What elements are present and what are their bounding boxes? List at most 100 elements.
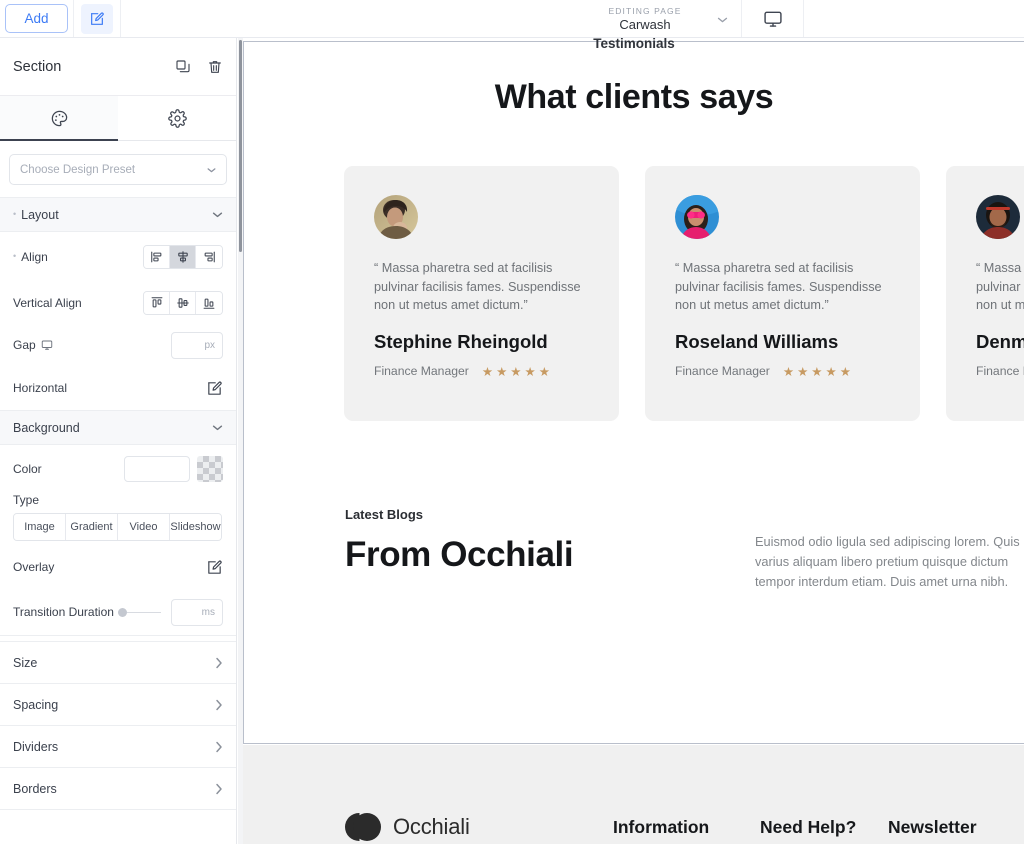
testimonial-card[interactable]: “ Massa pharetra sed at facilisis pulvin… xyxy=(344,166,619,421)
tab-design[interactable] xyxy=(0,96,118,141)
accordion-size-label: Size xyxy=(13,655,38,670)
accordion-spacing-label: Spacing xyxy=(13,697,59,712)
occhiali-logo-icon xyxy=(345,813,381,841)
design-preset-wrap: Choose Design Preset xyxy=(0,141,236,197)
footer-column-information: Information About Us Contact Us xyxy=(613,817,709,844)
testimonial-name: Stephine Rheingold xyxy=(374,330,548,352)
pencil-square-icon[interactable] xyxy=(206,380,223,397)
valign-top-icon[interactable] xyxy=(144,292,170,314)
bg-type-video[interactable]: Video xyxy=(118,514,170,540)
site-footer: Occhiali 400 Broad St, Seattle, WA, 9810… xyxy=(243,745,1024,844)
newsletter-title: Newsletter xyxy=(888,817,977,837)
panel-tabs xyxy=(0,96,236,141)
align-row: • Align xyxy=(0,232,236,282)
selected-section-testimonials[interactable]: Testimonials What clients says “ Massa p… xyxy=(243,38,1024,744)
footer-column-title: Information xyxy=(613,817,710,837)
transition-duration-input[interactable]: ms xyxy=(171,598,223,626)
editing-page-name: Carwash xyxy=(619,16,671,32)
gap-label: Gap xyxy=(13,338,36,352)
chevron-down-icon xyxy=(717,16,728,23)
accordion-borders[interactable]: Borders xyxy=(0,767,236,809)
accordion-size[interactable]: Size xyxy=(0,641,236,683)
bg-color-input[interactable] xyxy=(124,456,190,482)
align-right-icon[interactable] xyxy=(196,246,222,268)
testimonials-eyebrow: Testimonials xyxy=(593,38,675,51)
valign-middle-icon[interactable] xyxy=(170,292,196,314)
accordion-dividers[interactable]: Dividers xyxy=(0,725,236,767)
star-icon: ★ xyxy=(782,364,796,379)
slider-track[interactable] xyxy=(126,611,161,613)
bg-color-label: Color xyxy=(13,462,42,476)
footer-column-newsletter: Newsletter Email * xyxy=(888,817,977,844)
tab-settings[interactable] xyxy=(118,96,236,140)
gap-input[interactable]: px xyxy=(171,331,223,359)
trash-icon[interactable] xyxy=(207,59,223,75)
star-icon: ★ xyxy=(825,364,838,379)
testimonial-card-list: “ Massa pharetra sed at facilisis pulvin… xyxy=(344,166,1024,421)
avatar xyxy=(675,195,719,239)
section-background-header[interactable]: Background xyxy=(0,410,236,445)
section-settings-panel: Section Choose Design Preset • Layout • … xyxy=(0,38,237,844)
align-label-wrap: • Align xyxy=(13,250,143,264)
device-preview-button[interactable] xyxy=(742,0,804,37)
design-preset-select[interactable]: Choose Design Preset xyxy=(9,154,227,185)
avatar xyxy=(976,195,1020,239)
align-center-icon[interactable] xyxy=(170,246,196,268)
panel-scrollbar-thumb[interactable] xyxy=(239,40,242,252)
bg-type-image[interactable]: Image xyxy=(14,514,66,540)
avatar xyxy=(374,195,418,239)
accordion-dividers-label: Dividers xyxy=(13,739,59,754)
section-layout-header[interactable]: • Layout xyxy=(0,197,236,232)
vertical-align-label: Vertical Align xyxy=(13,296,82,310)
chevron-right-icon xyxy=(215,699,223,711)
bg-color-swatch[interactable] xyxy=(197,456,223,482)
add-button[interactable]: Add xyxy=(5,4,68,33)
edit-square-icon xyxy=(89,11,105,27)
align-segmented-control xyxy=(143,245,223,269)
horizontal-row: Horizontal xyxy=(0,366,236,410)
footer-column-title: Need Help? xyxy=(760,817,857,837)
testimonial-quote: “ Massa pharetra sed at facilisis pulvin… xyxy=(675,261,882,312)
testimonial-quote: “ Massa pharetra sed at facilisis pulvin… xyxy=(976,261,1024,312)
overlay-label: Overlay xyxy=(13,560,55,574)
palette-icon xyxy=(50,109,69,128)
page-canvas: Testimonials What clients says “ Massa p… xyxy=(243,38,1024,844)
star-icon: ★ xyxy=(797,364,810,379)
star-icon: ★ xyxy=(510,364,523,379)
accordion-borders-label: Borders xyxy=(13,781,57,796)
gap-row: Gap px xyxy=(0,324,236,366)
testimonial-meta: Finance Manager ★ ★ ★ ★ ★ xyxy=(976,364,1024,379)
bg-type-slideshow[interactable]: Slideshow xyxy=(170,514,221,540)
panel-scrollbar[interactable] xyxy=(238,38,243,844)
edit-mode-button[interactable] xyxy=(81,3,113,34)
bg-type-segmented-control: Image Gradient Video Slideshow xyxy=(13,513,222,541)
align-left-icon[interactable] xyxy=(144,246,170,268)
chevron-right-icon xyxy=(215,741,223,753)
accordion-spacing[interactable]: Spacing xyxy=(0,683,236,725)
section-background-label: Background xyxy=(13,420,80,435)
footer-brand-name: Occhiali xyxy=(393,814,470,839)
desktop-icon xyxy=(41,339,53,351)
testimonial-card[interactable]: “ Massa pharetra sed at facilisis pulvin… xyxy=(946,166,1024,421)
star-icon: ★ xyxy=(811,364,824,379)
editing-page-selector[interactable]: EDITING PAGE Carwash xyxy=(549,0,742,37)
bg-type-gradient[interactable]: Gradient xyxy=(66,514,118,540)
duplicate-icon[interactable] xyxy=(175,59,191,75)
gear-icon xyxy=(167,108,187,128)
testimonial-role: Finance Manager xyxy=(976,364,1024,378)
slider-knob[interactable] xyxy=(117,607,127,617)
transition-duration-row: Transition Duration ms xyxy=(0,589,236,635)
valign-bottom-icon[interactable] xyxy=(196,292,222,314)
chevron-right-icon xyxy=(215,783,223,795)
section-layout-label: Layout xyxy=(21,207,59,222)
vertical-align-segmented-control xyxy=(143,291,223,315)
rating-stars: ★ ★ ★ ★ ★ xyxy=(482,364,551,379)
panel-title: Section xyxy=(13,58,62,75)
transition-duration-unit: ms xyxy=(201,606,215,618)
pencil-square-icon[interactable] xyxy=(206,559,223,576)
star-icon: ★ xyxy=(496,364,509,379)
blogs-eyebrow: Latest Blogs xyxy=(345,507,424,522)
transition-duration-slider[interactable] xyxy=(117,607,161,617)
testimonial-card[interactable]: “ Massa pharetra sed at facilisis pulvin… xyxy=(645,166,920,421)
footer-brand: Occhiali xyxy=(345,813,470,841)
